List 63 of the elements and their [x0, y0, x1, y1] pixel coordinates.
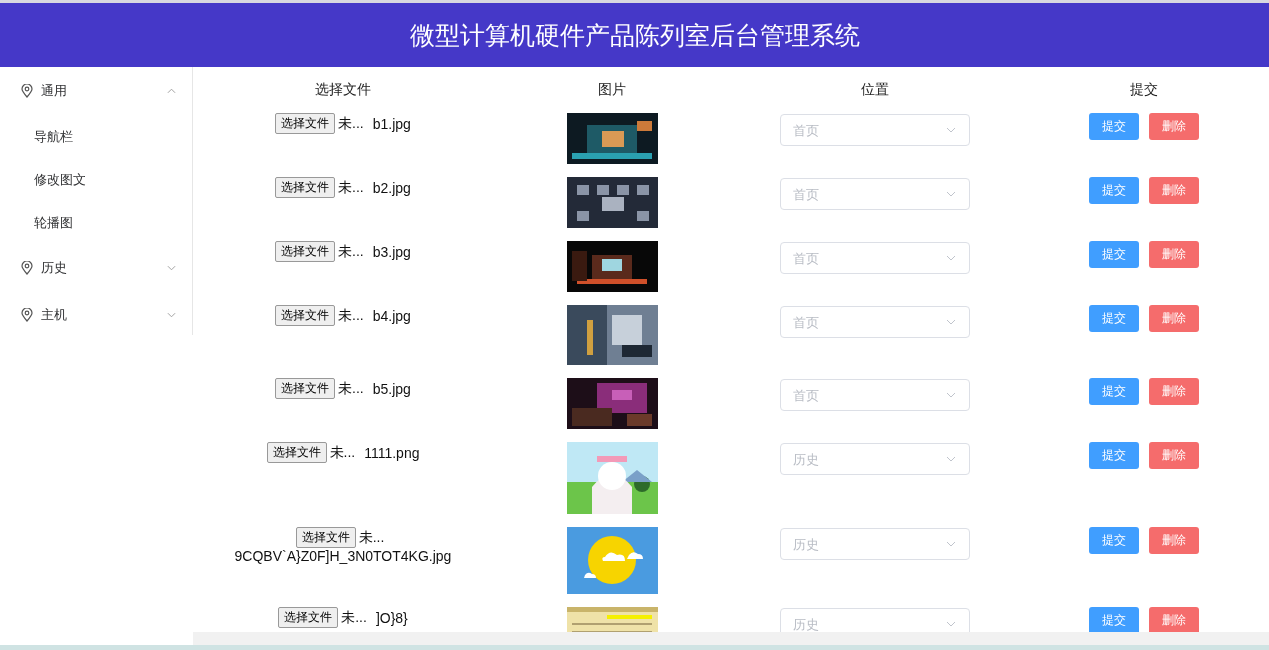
position-select[interactable]: 历史 [780, 608, 970, 632]
menu-item[interactable]: 修改图文 [0, 158, 192, 201]
delete-button[interactable]: 删除 [1149, 527, 1199, 554]
submit-button[interactable]: 提交 [1089, 527, 1139, 554]
menu-group[interactable]: 主机 [0, 291, 192, 338]
column-header: 提交 [1129, 81, 1159, 99]
position-select[interactable]: 首页 [780, 178, 970, 210]
location-icon [21, 307, 33, 322]
choose-file-button[interactable]: 选择文件 [278, 607, 339, 628]
menu-group[interactable]: 历史 [0, 244, 192, 291]
position-select[interactable]: 历史 [780, 528, 970, 560]
submit-button[interactable]: 提交 [1089, 177, 1139, 204]
delete-button[interactable]: 删除 [1149, 177, 1199, 204]
location-icon [21, 260, 33, 275]
file-status: 未... [338, 379, 364, 398]
menu-item[interactable]: 导航栏 [0, 115, 192, 158]
position-select[interactable]: 首页 [780, 379, 970, 411]
delete-button[interactable]: 删除 [1149, 113, 1199, 140]
file-name: ]O}8} [375, 609, 408, 626]
choose-file-button[interactable]: 选择文件 [275, 378, 336, 399]
file-name: b3.jpg [372, 243, 411, 260]
file-status: 未... [338, 114, 364, 133]
file-status: 未... [341, 608, 367, 627]
file-status: 未... [329, 443, 356, 462]
submit-button[interactable]: 提交 [1089, 241, 1139, 268]
file-name: 9CQBV`A}Z0F]H_3N0TOT4KG.jpg [234, 548, 452, 564]
file-name: b1.jpg [372, 115, 411, 132]
submit-button[interactable]: 提交 [1089, 442, 1139, 469]
delete-button[interactable]: 删除 [1149, 607, 1199, 632]
file-status: 未... [338, 242, 364, 261]
horizontal-scrollbar[interactable] [193, 632, 1269, 645]
delete-button[interactable]: 删除 [1149, 305, 1199, 332]
choose-file-button[interactable]: 选择文件 [266, 442, 327, 463]
choose-file-button[interactable]: 选择文件 [275, 241, 336, 262]
location-icon [21, 84, 33, 98]
file-status: 未... [338, 178, 364, 197]
column-header: 选择文件 [314, 81, 372, 99]
delete-button[interactable]: 删除 [1149, 442, 1199, 469]
delete-button[interactable]: 删除 [1149, 241, 1199, 268]
choose-file-button[interactable]: 选择文件 [275, 177, 336, 198]
menu-item[interactable]: 轮播图 [0, 201, 192, 244]
choose-file-button[interactable]: 选择文件 [275, 305, 336, 326]
file-name: b4.jpg [372, 307, 411, 324]
submit-button[interactable]: 提交 [1089, 113, 1139, 140]
menu-group[interactable]: 通用 [0, 67, 192, 115]
submit-button[interactable]: 提交 [1089, 378, 1139, 405]
position-select[interactable]: 首页 [780, 114, 970, 146]
position-select[interactable]: 首页 [780, 306, 970, 338]
file-name: b2.jpg [372, 179, 411, 196]
delete-button[interactable]: 删除 [1149, 378, 1199, 405]
submit-button[interactable]: 提交 [1089, 607, 1139, 632]
choose-file-button[interactable]: 选择文件 [295, 527, 356, 548]
file-name: b5.jpg [372, 380, 411, 397]
position-select[interactable]: 首页 [780, 242, 970, 274]
column-header: 图片 [597, 81, 627, 99]
file-name: 1111.png [364, 444, 420, 461]
file-status: 未... [358, 528, 385, 547]
choose-file-button[interactable]: 选择文件 [275, 113, 336, 134]
submit-button[interactable]: 提交 [1089, 305, 1139, 332]
position-select[interactable]: 历史 [780, 443, 970, 475]
file-status: 未... [338, 306, 364, 325]
page-title: 微型计算机硬件产品陈列室后台管理系统 [409, 19, 860, 51]
column-header: 位置 [860, 81, 890, 99]
